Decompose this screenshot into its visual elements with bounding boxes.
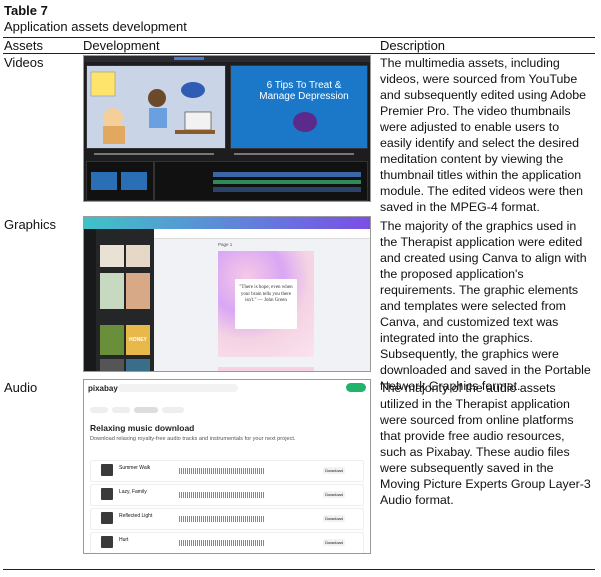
track-row[interactable]: Summer Walk Download (90, 460, 364, 482)
track-title: Hurt (119, 537, 129, 543)
bottom-rule (3, 569, 595, 570)
description-videos: The multimedia assets, including videos,… (380, 56, 586, 214)
template-thumbnail[interactable] (100, 325, 124, 355)
design-page[interactable]: "There is hope, even when your brain tel… (218, 251, 314, 357)
waveform[interactable] (179, 516, 265, 522)
download-button[interactable]: Download (323, 467, 345, 474)
canva-top-bar (84, 217, 370, 229)
filter-chip[interactable] (90, 407, 108, 413)
canva-screenshot: HONEY Page 1 "There is hope, even when y… (83, 216, 371, 372)
page-heading: Relaxing music download (90, 423, 195, 433)
video-editor-screenshot: 6 Tips To Treat & Manage Depression (83, 55, 371, 202)
filter-chip[interactable] (112, 407, 130, 413)
quote-card: "There is hope, even when your brain tel… (235, 279, 297, 329)
download-button[interactable]: Download (323, 491, 345, 498)
track-artwork (101, 512, 113, 524)
track-title: Summer Walk (119, 465, 151, 471)
template-thumbnail[interactable] (126, 245, 150, 267)
table-caption: Application assets development (4, 19, 187, 34)
pixabay-screenshot: pixabay Relaxing music download Download… (83, 379, 371, 554)
page-subheading: Download relaxing royalty-free audio tra… (90, 436, 296, 442)
row-label-videos: Videos (4, 55, 44, 70)
template-thumbnail[interactable] (126, 359, 150, 371)
clip-thumbnail[interactable] (91, 172, 117, 190)
editor-menu-highlight (174, 57, 204, 60)
program-monitor: 6 Tips To Treat & Manage Depression (230, 65, 368, 149)
timeline-panel (154, 161, 368, 201)
template-thumbnail[interactable]: HONEY (126, 325, 150, 355)
canva-side-rail (84, 229, 96, 371)
design-page-2[interactable] (218, 367, 314, 371)
video-track-clip[interactable] (213, 172, 361, 177)
header-description: Description (380, 38, 446, 53)
row-label-graphics: Graphics (4, 217, 57, 232)
download-button[interactable]: Download (323, 515, 345, 522)
waveform[interactable] (179, 468, 265, 474)
project-panel (86, 161, 154, 201)
page-label: Page 1 (218, 242, 233, 247)
template-thumbnail[interactable] (100, 273, 124, 309)
canva-toolbar (154, 229, 370, 239)
track-row[interactable]: Hurt Download (90, 532, 364, 553)
clip-thumbnail[interactable] (121, 172, 147, 190)
header-development: Development (83, 38, 160, 53)
video-slide-title: 6 Tips To Treat & Manage Depression (259, 80, 349, 102)
track-artwork (101, 536, 113, 548)
track-artwork (101, 488, 113, 500)
row-label-audio: Audio (4, 380, 38, 395)
audio-track-clip[interactable] (213, 180, 361, 184)
source-transport[interactable] (94, 153, 214, 155)
header-rule (3, 53, 595, 54)
track-row[interactable]: Lazy, Family Download (90, 484, 364, 506)
track-title: Lazy, Family (119, 489, 147, 495)
video-slide-badge (293, 112, 317, 132)
filter-chip[interactable] (162, 407, 184, 413)
video-track-clip[interactable] (213, 187, 361, 192)
template-thumbnail[interactable] (100, 245, 124, 267)
download-button[interactable]: Download (323, 539, 345, 546)
filter-chip[interactable] (134, 407, 158, 413)
track-artwork (101, 464, 113, 476)
waveform[interactable] (179, 540, 265, 546)
editor-title-bar (84, 56, 370, 62)
search-input[interactable] (118, 384, 238, 392)
header-assets: Assets (4, 38, 44, 53)
waveform[interactable] (179, 492, 265, 498)
track-title: Reflected Light (119, 513, 153, 519)
upload-button[interactable] (346, 383, 366, 392)
cartoon-illustration (90, 71, 215, 144)
description-audio: The majority of the audio assets utilize… (380, 381, 591, 507)
program-transport[interactable] (234, 153, 354, 155)
template-thumbnail[interactable] (100, 359, 124, 371)
canva-templates-panel: HONEY (96, 229, 154, 371)
template-thumbnail[interactable] (126, 273, 150, 309)
track-row[interactable]: Reflected Light Download (90, 508, 364, 530)
description-graphics: The majority of the graphics used in the… (380, 219, 591, 393)
table-number: Table 7 (4, 3, 48, 18)
source-monitor (86, 65, 226, 149)
pixabay-logo[interactable]: pixabay (88, 384, 118, 393)
